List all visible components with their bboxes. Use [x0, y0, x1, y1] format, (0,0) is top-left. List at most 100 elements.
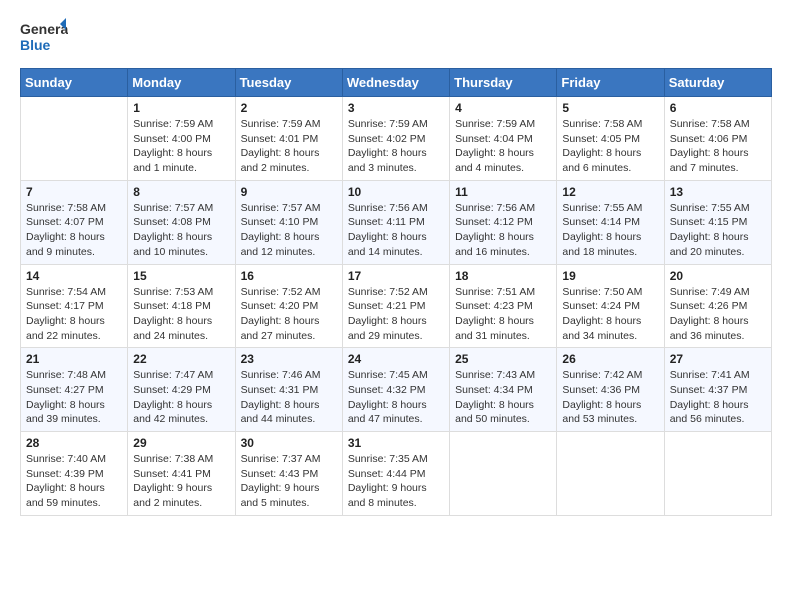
calendar-cell: 18 Sunrise: 7:51 AM Sunset: 4:23 PM Dayli… — [450, 264, 557, 348]
day-number: 30 — [241, 436, 337, 450]
day-number: 4 — [455, 101, 551, 115]
calendar-cell — [450, 432, 557, 516]
day-number: 2 — [241, 101, 337, 115]
calendar-cell: 30 Sunrise: 7:37 AM Sunset: 4:43 PM Dayli… — [235, 432, 342, 516]
calendar-cell: 6 Sunrise: 7:58 AM Sunset: 4:06 PM Daylig… — [664, 97, 771, 181]
calendar-cell: 16 Sunrise: 7:52 AM Sunset: 4:20 PM Dayli… — [235, 264, 342, 348]
column-header-thursday: Thursday — [450, 69, 557, 97]
day-info: Sunrise: 7:58 AM Sunset: 4:07 PM Dayligh… — [26, 201, 122, 260]
day-info: Sunrise: 7:58 AM Sunset: 4:05 PM Dayligh… — [562, 117, 658, 176]
day-number: 17 — [348, 269, 444, 283]
logo-icon: General Blue — [20, 16, 68, 56]
day-number: 24 — [348, 352, 444, 366]
day-number: 16 — [241, 269, 337, 283]
day-number: 10 — [348, 185, 444, 199]
calendar-week-4: 21 Sunrise: 7:48 AM Sunset: 4:27 PM Dayli… — [21, 348, 772, 432]
column-header-tuesday: Tuesday — [235, 69, 342, 97]
calendar-cell: 5Sunrise: 7:58 AM Sunset: 4:05 PM Daylig… — [557, 97, 664, 181]
day-number: 6 — [670, 101, 766, 115]
calendar-cell: 13 Sunrise: 7:55 AM Sunset: 4:15 PM Dayli… — [664, 180, 771, 264]
day-number: 19 — [562, 269, 658, 283]
day-info: Sunrise: 7:54 AM Sunset: 4:17 PM Dayligh… — [26, 285, 122, 344]
calendar-cell: 25Sunrise: 7:43 AM Sunset: 4:34 PM Dayli… — [450, 348, 557, 432]
calendar-cell: 2 Sunrise: 7:59 AM Sunset: 4:01 PM Daylig… — [235, 97, 342, 181]
day-number: 12 — [562, 185, 658, 199]
calendar-week-1: 1 Sunrise: 7:59 AM Sunset: 4:00 PM Daylig… — [21, 97, 772, 181]
day-number: 14 — [26, 269, 122, 283]
day-info: Sunrise: 7:55 AM Sunset: 4:14 PM Dayligh… — [562, 201, 658, 260]
day-number: 26 — [562, 352, 658, 366]
day-number: 21 — [26, 352, 122, 366]
calendar-cell: 8 Sunrise: 7:57 AM Sunset: 4:08 PM Daylig… — [128, 180, 235, 264]
calendar-cell: 12 Sunrise: 7:55 AM Sunset: 4:14 PM Dayli… — [557, 180, 664, 264]
day-info: Sunrise: 7:56 AM Sunset: 4:11 PM Dayligh… — [348, 201, 444, 260]
day-number: 13 — [670, 185, 766, 199]
day-info: Sunrise: 7:40 AM Sunset: 4:39 PM Dayligh… — [26, 452, 122, 511]
day-info: Sunrise: 7:59 AM Sunset: 4:02 PM Dayligh… — [348, 117, 444, 176]
day-number: 20 — [670, 269, 766, 283]
calendar-cell — [557, 432, 664, 516]
day-number: 28 — [26, 436, 122, 450]
day-number: 18 — [455, 269, 551, 283]
day-number: 29 — [133, 436, 229, 450]
calendar-cell: 11 Sunrise: 7:56 AM Sunset: 4:12 PM Dayli… — [450, 180, 557, 264]
day-info: Sunrise: 7:47 AM Sunset: 4:29 PM Dayligh… — [133, 368, 229, 427]
calendar-cell: 14 Sunrise: 7:54 AM Sunset: 4:17 PM Dayli… — [21, 264, 128, 348]
calendar-cell: 4 Sunrise: 7:59 AM Sunset: 4:04 PM Daylig… — [450, 97, 557, 181]
column-header-wednesday: Wednesday — [342, 69, 449, 97]
day-info: Sunrise: 7:43 AM Sunset: 4:34 PM Dayligh… — [455, 368, 551, 427]
calendar-cell — [664, 432, 771, 516]
calendar-cell: 22 Sunrise: 7:47 AM Sunset: 4:29 PM Dayli… — [128, 348, 235, 432]
calendar-cell: 1 Sunrise: 7:59 AM Sunset: 4:00 PM Daylig… — [128, 97, 235, 181]
day-info: Sunrise: 7:58 AM Sunset: 4:06 PM Dayligh… — [670, 117, 766, 176]
calendar-cell: 31Sunrise: 7:35 AM Sunset: 4:44 PM Dayli… — [342, 432, 449, 516]
calendar-cell: 27 Sunrise: 7:41 AM Sunset: 4:37 PM Dayli… — [664, 348, 771, 432]
day-info: Sunrise: 7:37 AM Sunset: 4:43 PM Dayligh… — [241, 452, 337, 511]
column-header-friday: Friday — [557, 69, 664, 97]
calendar-table: SundayMondayTuesdayWednesdayThursdayFrid… — [20, 68, 772, 516]
day-info: Sunrise: 7:59 AM Sunset: 4:01 PM Dayligh… — [241, 117, 337, 176]
calendar-cell: 23Sunrise: 7:46 AM Sunset: 4:31 PM Dayli… — [235, 348, 342, 432]
calendar-cell: 15 Sunrise: 7:53 AM Sunset: 4:18 PM Dayli… — [128, 264, 235, 348]
day-number: 8 — [133, 185, 229, 199]
day-info: Sunrise: 7:35 AM Sunset: 4:44 PM Dayligh… — [348, 452, 444, 511]
column-header-monday: Monday — [128, 69, 235, 97]
calendar-cell: 29Sunrise: 7:38 AM Sunset: 4:41 PM Dayli… — [128, 432, 235, 516]
day-number: 23 — [241, 352, 337, 366]
calendar-week-3: 14 Sunrise: 7:54 AM Sunset: 4:17 PM Dayli… — [21, 264, 772, 348]
calendar-header-row: SundayMondayTuesdayWednesdayThursdayFrid… — [21, 69, 772, 97]
day-info: Sunrise: 7:53 AM Sunset: 4:18 PM Dayligh… — [133, 285, 229, 344]
calendar-cell: 24 Sunrise: 7:45 AM Sunset: 4:32 PM Dayli… — [342, 348, 449, 432]
calendar-cell: 3 Sunrise: 7:59 AM Sunset: 4:02 PM Daylig… — [342, 97, 449, 181]
day-number: 27 — [670, 352, 766, 366]
column-header-saturday: Saturday — [664, 69, 771, 97]
svg-text:Blue: Blue — [20, 37, 51, 53]
day-number: 11 — [455, 185, 551, 199]
day-info: Sunrise: 7:55 AM Sunset: 4:15 PM Dayligh… — [670, 201, 766, 260]
day-info: Sunrise: 7:50 AM Sunset: 4:24 PM Dayligh… — [562, 285, 658, 344]
logo: General Blue — [20, 16, 68, 56]
day-info: Sunrise: 7:45 AM Sunset: 4:32 PM Dayligh… — [348, 368, 444, 427]
day-info: Sunrise: 7:56 AM Sunset: 4:12 PM Dayligh… — [455, 201, 551, 260]
day-info: Sunrise: 7:59 AM Sunset: 4:04 PM Dayligh… — [455, 117, 551, 176]
day-info: Sunrise: 7:48 AM Sunset: 4:27 PM Dayligh… — [26, 368, 122, 427]
day-info: Sunrise: 7:57 AM Sunset: 4:08 PM Dayligh… — [133, 201, 229, 260]
calendar-cell: 26Sunrise: 7:42 AM Sunset: 4:36 PM Dayli… — [557, 348, 664, 432]
day-info: Sunrise: 7:59 AM Sunset: 4:00 PM Dayligh… — [133, 117, 229, 176]
calendar-week-2: 7Sunrise: 7:58 AM Sunset: 4:07 PM Daylig… — [21, 180, 772, 264]
day-info: Sunrise: 7:41 AM Sunset: 4:37 PM Dayligh… — [670, 368, 766, 427]
calendar-cell: 21 Sunrise: 7:48 AM Sunset: 4:27 PM Dayli… — [21, 348, 128, 432]
day-number: 9 — [241, 185, 337, 199]
day-number: 22 — [133, 352, 229, 366]
column-header-sunday: Sunday — [21, 69, 128, 97]
calendar-week-5: 28 Sunrise: 7:40 AM Sunset: 4:39 PM Dayli… — [21, 432, 772, 516]
calendar-cell: 19 Sunrise: 7:50 AM Sunset: 4:24 PM Dayli… — [557, 264, 664, 348]
calendar-cell: 10 Sunrise: 7:56 AM Sunset: 4:11 PM Dayli… — [342, 180, 449, 264]
day-number: 3 — [348, 101, 444, 115]
day-number: 15 — [133, 269, 229, 283]
day-number: 1 — [133, 101, 229, 115]
day-info: Sunrise: 7:52 AM Sunset: 4:20 PM Dayligh… — [241, 285, 337, 344]
day-info: Sunrise: 7:51 AM Sunset: 4:23 PM Dayligh… — [455, 285, 551, 344]
day-info: Sunrise: 7:49 AM Sunset: 4:26 PM Dayligh… — [670, 285, 766, 344]
day-info: Sunrise: 7:57 AM Sunset: 4:10 PM Dayligh… — [241, 201, 337, 260]
